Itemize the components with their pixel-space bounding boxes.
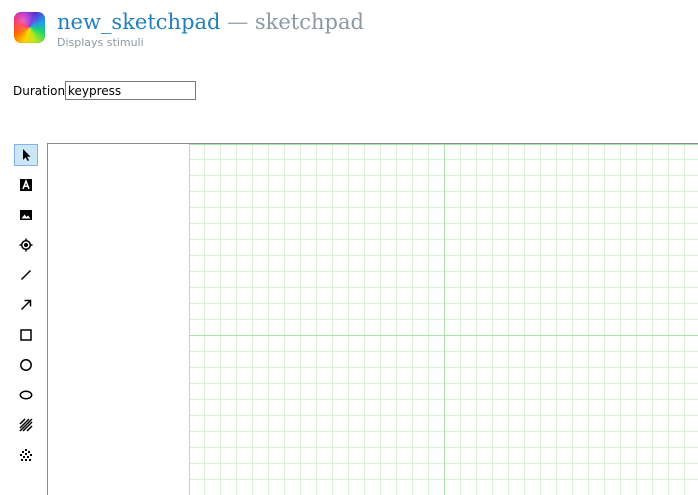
line-icon [20,269,32,281]
page-title: new_sketchpad — sketchpad [57,9,364,35]
image-icon [20,210,32,220]
rectangle-icon [20,329,32,341]
noise-patch-icon [20,449,32,461]
cursor-arrow-icon [23,149,31,161]
tool-select-button[interactable] [14,144,38,166]
item-name[interactable]: new_sketchpad [57,10,221,34]
title-separator: — [227,10,249,34]
tool-text-button[interactable] [14,174,38,196]
duration-input[interactable] [65,81,196,100]
circle-icon [20,359,32,371]
duration-label: Duration [13,84,66,98]
canvas-grid [189,144,698,495]
tool-ellipse-button[interactable] [14,384,38,406]
text-icon [20,178,32,191]
gabor-icon [19,418,33,432]
fixdot-icon [19,238,33,252]
app-logo-icon [14,12,45,43]
tool-image-button[interactable] [14,204,38,226]
drawing-toolbar [14,144,40,474]
item-description[interactable]: Displays stimuli [57,36,144,49]
tool-arrow-button[interactable] [14,294,38,316]
tool-circle-button[interactable] [14,354,38,376]
tool-rectangle-button[interactable] [14,324,38,346]
item-type: sketchpad [254,10,364,34]
ellipse-icon [19,390,33,400]
sketchpad-canvas[interactable] [47,143,698,495]
tool-gabor-button[interactable] [14,414,38,436]
tool-fixdot-button[interactable] [14,234,38,256]
tool-noise-button[interactable] [14,444,38,466]
tool-line-button[interactable] [14,264,38,286]
arrow-icon [20,299,32,311]
